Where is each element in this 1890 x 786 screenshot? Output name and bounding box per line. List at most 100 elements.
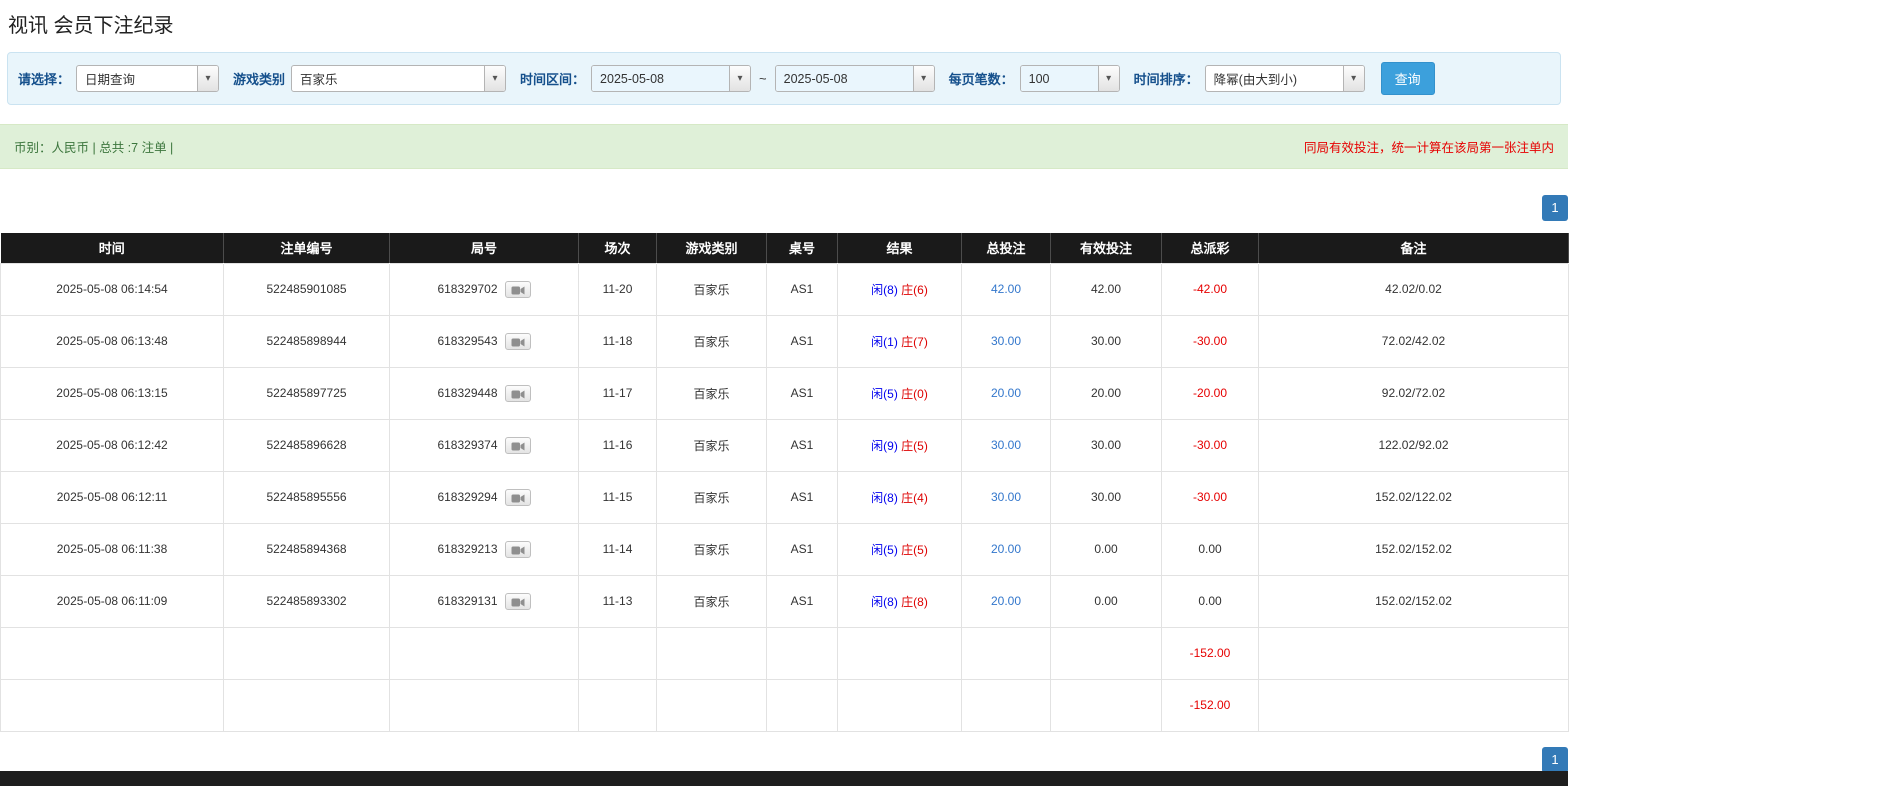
video-camera-icon — [511, 338, 525, 346]
round-cell: 618329374 — [389, 418, 579, 472]
video-replay-button[interactable] — [504, 488, 531, 506]
banker-result: 庄(8) — [901, 594, 928, 609]
payout-cell: 0.00 — [1161, 574, 1259, 628]
video-camera-icon — [511, 546, 525, 554]
total-bet-link[interactable]: 20.00 — [991, 542, 1021, 556]
date-to-select[interactable]: 2025-05-08 ▾ — [774, 65, 935, 92]
header-valid-bet: 有效投注 — [1050, 233, 1162, 263]
video-camera-icon — [511, 390, 525, 398]
main-content: 视讯 会员下注纪录 请选择： 日期查询 ▾ 游戏类别 百家乐 ▾ 时间区间： 2… — [0, 9, 1569, 773]
valid-bet-note: 同局有效投注，统一计算在该局第一张注单内 — [1303, 141, 1554, 155]
date-from-value: 2025-05-08 — [592, 66, 730, 91]
table-no-cell: AS1 — [766, 522, 838, 576]
chevron-down-icon[interactable]: ▾ — [1097, 66, 1119, 91]
time-cell: 2025-05-08 06:11:09 — [0, 574, 224, 628]
video-camera-icon — [511, 494, 525, 502]
player-result: 闲(8) — [871, 282, 898, 297]
total-bet-link[interactable]: 30.00 — [991, 334, 1021, 348]
summary-alert-bar: 币别：人民币 | 总共 :7 注单 | 同局有效投注，统一计算在该局第一张注单内 — [0, 124, 1568, 169]
chevron-down-icon[interactable]: ▾ — [484, 66, 506, 91]
total-bet-cell: 30.00 — [961, 314, 1051, 368]
round-cell: 618329294 — [389, 470, 579, 524]
page-size-value: 100 — [1020, 66, 1098, 91]
total-bet-link[interactable]: 20.00 — [991, 594, 1021, 608]
time-cell: 2025-05-08 06:13:48 — [0, 314, 224, 368]
game-type-value: 百家乐 — [300, 73, 338, 87]
sort-order-value: 降幂(由大到小) — [1213, 73, 1297, 87]
table-no-cell: AS1 — [766, 262, 838, 316]
video-replay-button[interactable] — [504, 540, 531, 558]
player-result: 闲(9) — [871, 438, 898, 453]
date-from-select[interactable]: 2025-05-08 ▾ — [591, 65, 752, 92]
game-type-cell: 百家乐 — [656, 574, 767, 628]
total-bet-link[interactable]: 20.00 — [991, 386, 1021, 400]
header-remark: 备注 — [1258, 233, 1569, 263]
banker-result: 庄(4) — [901, 490, 928, 505]
remark-cell: 122.02/92.02 — [1258, 418, 1569, 472]
payout-cell: -42.00 — [1161, 262, 1259, 316]
table-row: 2025-05-08 06:13:15 522485897725 6183294… — [0, 366, 1569, 420]
records-table: 时间 注单编号 局号 场次 游戏类别 桌号 结果 总投注 有效投注 总派彩 备注… — [0, 233, 1569, 732]
sort-order-select[interactable]: 降幂(由大到小) ▾ — [1204, 65, 1365, 92]
valid-bet-cell: 30.00 — [1050, 314, 1162, 368]
header-payout: 总派彩 — [1161, 233, 1259, 263]
remark-cell: 152.02/152.02 — [1258, 574, 1569, 628]
subtotal-payout: -152.00 — [1161, 626, 1259, 680]
total-bet-link[interactable]: 42.00 — [991, 282, 1021, 296]
banker-result: 庄(5) — [901, 438, 928, 453]
bet-id-cell: 522485896628 — [223, 418, 390, 472]
grand-total-total-bet: 192.00 — [961, 678, 1051, 732]
sort-order-label: 时间排序： — [1133, 72, 1199, 87]
total-bet-cell: 42.00 — [961, 262, 1051, 316]
chevron-down-icon[interactable]: ▾ — [197, 66, 219, 91]
total-bet-link[interactable]: 30.00 — [991, 438, 1021, 452]
search-button[interactable]: 查询 — [1380, 62, 1435, 95]
video-camera-icon — [511, 598, 525, 606]
video-replay-button[interactable] — [504, 280, 531, 298]
total-bet-link[interactable]: 30.00 — [991, 490, 1021, 504]
table-row: 2025-05-08 06:11:09 522485893302 6183291… — [0, 574, 1569, 628]
time-cell: 2025-05-08 06:12:11 — [0, 470, 224, 524]
round-id: 618329543 — [437, 334, 498, 348]
page-size-select[interactable]: 100 ▾ — [1019, 65, 1120, 92]
banker-result: 庄(7) — [901, 334, 928, 349]
player-result: 闲(1) — [871, 334, 898, 349]
result-cell: 闲(1) 庄(7) — [837, 314, 962, 368]
total-bet-cell: 20.00 — [961, 522, 1051, 576]
valid-bet-cell: 30.00 — [1050, 470, 1162, 524]
round-cell: 618329702 — [389, 262, 579, 316]
table-row: 2025-05-08 06:14:54 522485901085 6183297… — [0, 262, 1569, 316]
date-query-type-select[interactable]: 日期查询 ▾ — [76, 65, 220, 92]
page-1-button[interactable]: 1 — [1542, 195, 1568, 221]
table-row: 2025-05-08 06:12:42 522485896628 6183293… — [0, 418, 1569, 472]
video-replay-button[interactable] — [504, 384, 531, 402]
filter-bar: 请选择： 日期查询 ▾ 游戏类别 百家乐 ▾ 时间区间： 2025-05-08 … — [7, 52, 1561, 105]
player-result: 闲(5) — [871, 542, 898, 557]
subtotal-row: 小计 7 192.00 152.00 -152.00 — [0, 626, 1569, 680]
page-title: 视讯 会员下注纪录 — [8, 15, 174, 37]
video-replay-button[interactable] — [504, 436, 531, 454]
payout-cell: -30.00 — [1161, 314, 1259, 368]
chevron-down-icon[interactable]: ▾ — [912, 66, 934, 91]
game-type-cell: 百家乐 — [656, 522, 767, 576]
player-result: 闲(8) — [871, 490, 898, 505]
round-id: 618329131 — [437, 594, 498, 608]
video-replay-button[interactable] — [504, 332, 531, 350]
result-cell: 闲(8) 庄(4) — [837, 470, 962, 524]
player-result: 闲(5) — [871, 386, 898, 401]
page-1-button[interactable]: 1 — [1542, 746, 1568, 773]
total-bet-cell: 20.00 — [961, 574, 1051, 628]
page-size-label: 每页笔数： — [948, 72, 1014, 87]
header-bet-id: 注单编号 — [223, 233, 390, 263]
result-cell: 闲(5) 庄(5) — [837, 522, 962, 576]
bet-id-cell: 522485895556 — [223, 470, 390, 524]
video-replay-button[interactable] — [504, 592, 531, 610]
pagination-top: 1 — [0, 195, 1568, 221]
chevron-down-icon[interactable]: ▾ — [1342, 66, 1364, 91]
result-cell: 闲(8) 庄(8) — [837, 574, 962, 628]
game-type-select[interactable]: 百家乐 ▾ — [291, 65, 507, 92]
chevron-down-icon[interactable]: ▾ — [729, 66, 751, 91]
bet-id-cell: 522485898944 — [223, 314, 390, 368]
game-type-cell: 百家乐 — [656, 366, 767, 420]
table-row: 2025-05-08 06:13:48 522485898944 6183295… — [0, 314, 1569, 368]
